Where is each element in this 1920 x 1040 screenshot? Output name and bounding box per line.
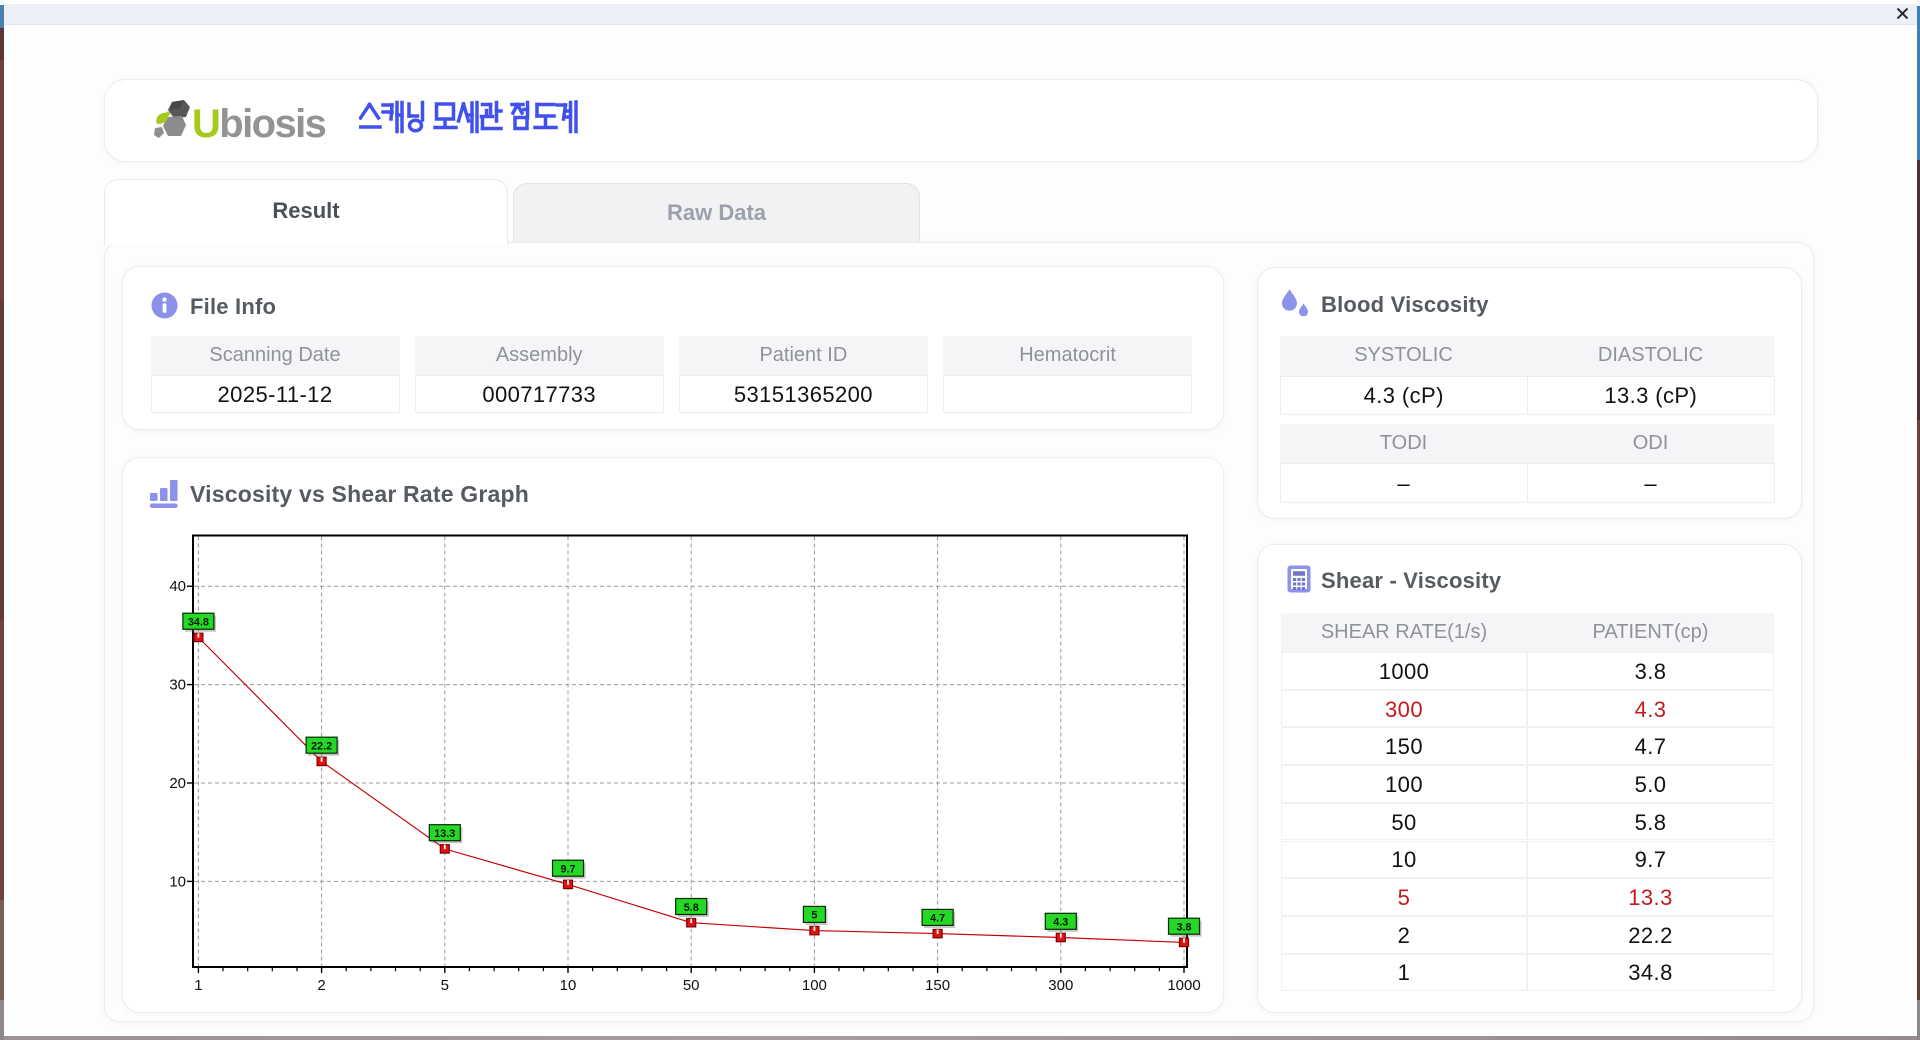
svg-text:10: 10: [169, 873, 186, 890]
svg-text:4.3: 4.3: [1053, 917, 1068, 929]
svg-text:40: 40: [169, 578, 186, 595]
svg-text:5.8: 5.8: [684, 902, 699, 914]
svg-text:1000: 1000: [1167, 977, 1200, 994]
svg-text:100: 100: [802, 977, 827, 994]
svg-text:30: 30: [169, 677, 186, 694]
svg-text:1: 1: [194, 977, 202, 994]
svg-text:5: 5: [441, 977, 449, 994]
svg-text:150: 150: [925, 977, 950, 994]
svg-text:2: 2: [317, 977, 325, 994]
svg-text:10: 10: [560, 977, 577, 994]
svg-text:9.7: 9.7: [560, 864, 575, 876]
svg-text:300: 300: [1048, 977, 1073, 994]
svg-text:20: 20: [169, 775, 186, 792]
svg-text:50: 50: [683, 977, 700, 994]
svg-text:22.2: 22.2: [311, 741, 332, 753]
svg-text:3.8: 3.8: [1176, 922, 1191, 934]
svg-text:13.3: 13.3: [434, 828, 455, 840]
svg-text:34.8: 34.8: [188, 617, 209, 629]
svg-text:4.7: 4.7: [930, 913, 945, 925]
svg-text:5: 5: [811, 910, 817, 922]
